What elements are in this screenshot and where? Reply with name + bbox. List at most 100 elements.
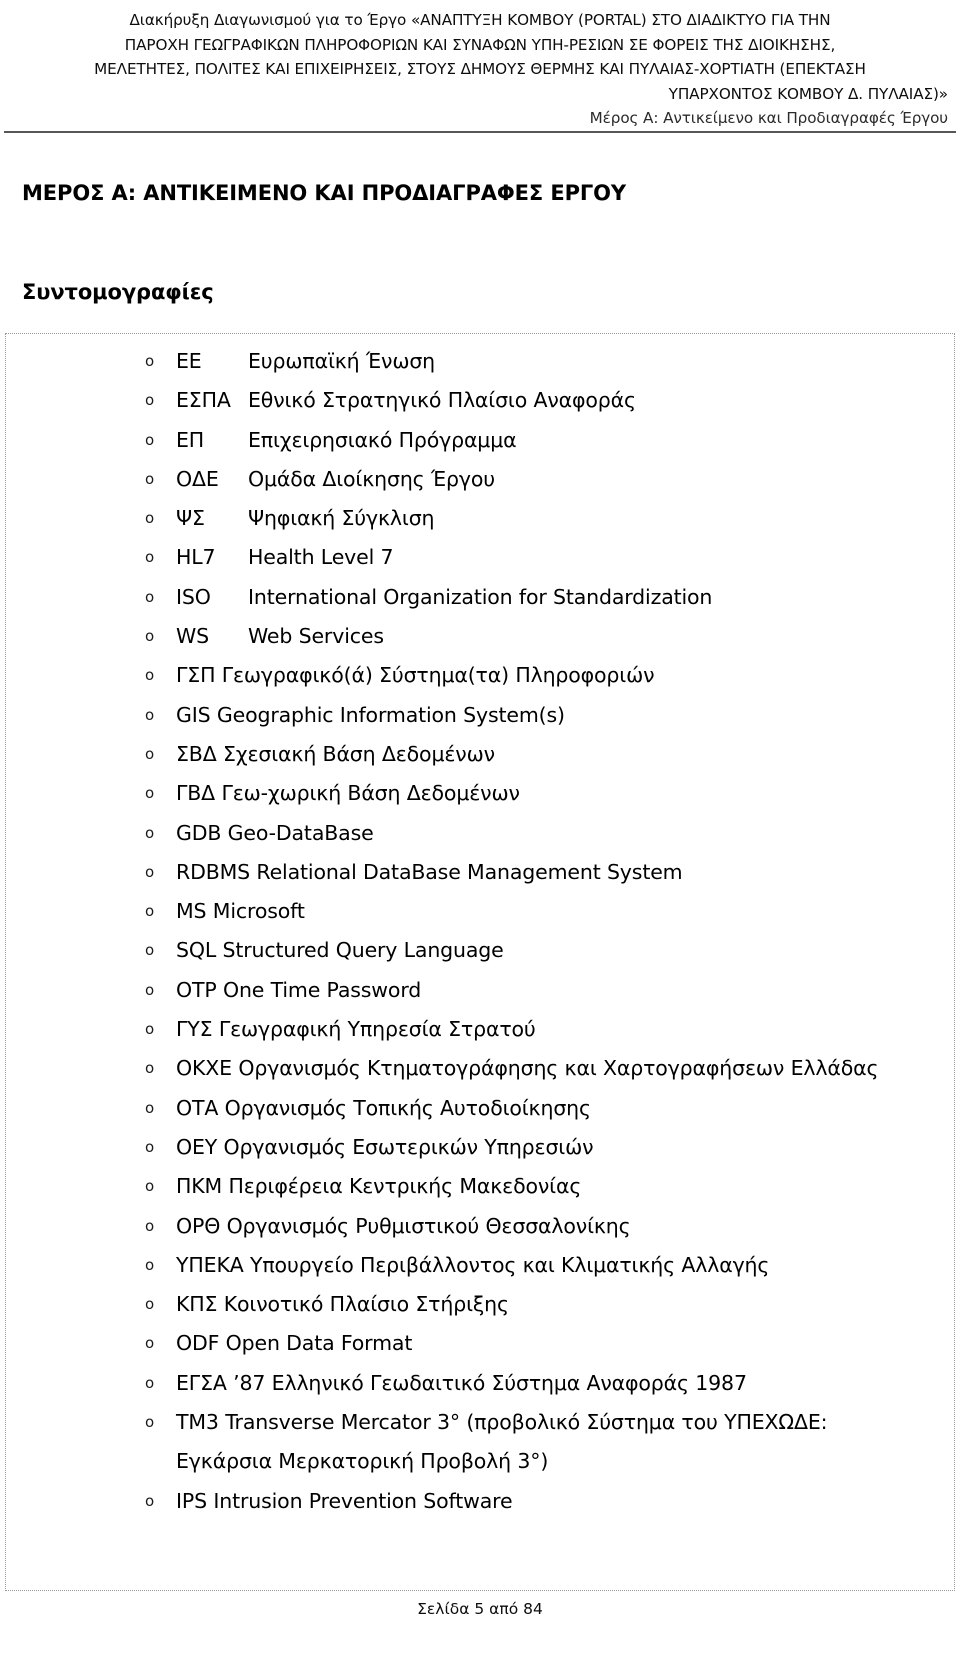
- abbreviation-item: o ΟΡΘ Οργανισμός Ρυθμιστικού Θεσσαλονίκης: [0, 1207, 960, 1246]
- circle-bullet-icon: o: [145, 1098, 155, 1117]
- abbreviation-definition: Εθνικό Στρατηγικό Πλαίσιο Αναφοράς: [248, 388, 636, 413]
- abbreviation-term: ΥΠΕΚΑ: [176, 1252, 244, 1277]
- abbreviation-item: o ΓΥΣ Γεωγραφική Υπηρεσία Στρατού: [0, 1010, 960, 1049]
- abbreviation-definition: Open Data Format: [225, 1331, 413, 1356]
- abbreviation-term: IPS: [176, 1488, 207, 1513]
- abbreviation-term: ODF: [176, 1331, 220, 1356]
- abbreviation-item: o ΟΔΕ Ομάδα Διοίκησης Έργου: [0, 460, 960, 499]
- abbreviation-definition: Οργανισμός Τοπικής Αυτοδιοίκησης: [224, 1095, 591, 1120]
- abbreviation-term: ΕΕ: [176, 349, 202, 373]
- abbreviation-item: o HL7 Health Level 7: [0, 538, 960, 577]
- abbreviation-definition: Επιχειρησιακό Πρόγραμμα: [248, 427, 517, 452]
- abbreviation-term: TM3: [176, 1410, 219, 1435]
- abbreviation-item: o ΕΠ Επιχειρησιακό Πρόγραμμα: [0, 421, 960, 460]
- page-title: ΜΕΡΟΣ Α: ΑΝΤΙΚΕΙΜΕΝΟ ΚΑΙ ΠΡΟΔΙΑΓΡΑΦΕΣ ΕΡ…: [22, 181, 627, 206]
- abbreviation-item: o MS Microsoft: [0, 892, 960, 931]
- abbreviation-definition: Οργανισμός Κτηματογράφησης και Χαρτογραφ…: [238, 1056, 879, 1081]
- circle-bullet-icon: o: [145, 1373, 155, 1392]
- abbreviation-item: o ΥΠΕΚΑ Υπουργείο Περιβάλλοντος και Κλιμα…: [0, 1246, 960, 1285]
- circle-bullet-icon: o: [145, 1491, 155, 1510]
- page-body: ΜΕΡΟΣ Α: ΑΝΤΙΚΕΙΜΕΝΟ ΚΑΙ ΠΡΟΔΙΑΓΡΑΦΕΣ ΕΡ…: [0, 152, 960, 1591]
- circle-bullet-icon: o: [145, 1059, 155, 1078]
- circle-bullet-icon: o: [145, 627, 155, 646]
- abbreviation-definition: Γεω-χωρική Βάση Δεδομένων: [221, 781, 520, 806]
- abbreviation-definition: Οργανισμός Εσωτερικών Υπηρεσιών: [223, 1134, 594, 1159]
- circle-bullet-icon: o: [145, 1020, 155, 1039]
- abbreviation-item: o ISO International Organization for Stand…: [0, 578, 960, 617]
- abbreviation-item: o ΨΣ Ψηφιακή Σύγκλιση: [0, 499, 960, 538]
- abbreviation-definition: Υπουργείο Περιβάλλοντος και Κλιματικής Α…: [249, 1252, 770, 1277]
- circle-bullet-icon: o: [145, 352, 155, 370]
- circle-bullet-icon: o: [145, 980, 155, 999]
- abbreviation-definition: Γεωγραφικό(ά) Σύστημα(τα) Πληροφοριών: [221, 663, 655, 688]
- abbreviation-term: ΚΠΣ: [176, 1292, 218, 1317]
- abbreviation-definition: Ψηφιακή Σύγκλιση: [248, 506, 435, 531]
- abbreviation-term: GDB: [176, 820, 222, 845]
- header-divider: [4, 131, 956, 133]
- abbreviation-item: o OTP One Time Password: [0, 971, 960, 1010]
- abbreviation-definition: Ελληνικό Γεωδαιτικό Σύστημα Αναφοράς 198…: [271, 1370, 747, 1395]
- circle-bullet-icon: o: [145, 1177, 155, 1196]
- circle-bullet-icon: o: [145, 823, 155, 842]
- abbreviation-definition: Intrusion Prevention Software: [213, 1488, 513, 1513]
- abbreviation-item: o ΓΣΠ Γεωγραφικό(ά) Σύστημα(τα) Πληροφορι…: [0, 656, 960, 695]
- circle-bullet-icon: o: [145, 509, 155, 528]
- circle-bullet-icon: o: [145, 391, 155, 410]
- abbreviation-term: RDBMS: [176, 859, 251, 884]
- circle-bullet-icon: o: [145, 430, 155, 449]
- abbreviation-definition: Microsoft: [212, 899, 305, 924]
- abbreviation-item: o ΕΕ Ευρωπαϊκή Ένωση: [0, 342, 960, 381]
- abbreviation-definition: Transverse Mercator 3° (προβολικό Σύστημ…: [176, 1410, 828, 1474]
- abbreviation-definition: Geographic Information System(s): [216, 702, 565, 727]
- abbreviation-definition: International Organization for Standardi…: [248, 584, 713, 609]
- abbreviation-item: o GDB Geo-DataBase: [0, 814, 960, 853]
- abbreviation-item: o WS Web Services: [0, 617, 960, 656]
- abbreviation-item: o ΣΒΔ Σχεσιακή Βάση Δεδομένων: [0, 735, 960, 774]
- abbreviation-definition: Structured Query Language: [222, 938, 504, 963]
- circle-bullet-icon: o: [145, 1216, 155, 1235]
- abbreviation-definition: Ευρωπαϊκή Ένωση: [248, 349, 436, 373]
- abbreviation-term: ΟΕΥ: [176, 1134, 218, 1159]
- circle-bullet-icon: o: [145, 941, 155, 960]
- abbreviation-definition: Περιφέρεια Κεντρικής Μακεδονίας: [228, 1174, 582, 1199]
- abbreviation-definition: Health Level 7: [248, 545, 394, 570]
- circle-bullet-icon: o: [145, 469, 155, 488]
- abbreviation-item: o ΟΤΑ Οργανισμός Τοπικής Αυτοδιοίκησης: [0, 1089, 960, 1128]
- page-footer: Σελίδα 5 από 84: [417, 1600, 543, 1618]
- circle-bullet-icon: o: [145, 902, 155, 921]
- abbreviation-term: GIS: [176, 702, 211, 727]
- abbreviation-definition: Geo-DataBase: [227, 820, 374, 845]
- abbreviation-item: o SQL Structured Query Language: [0, 931, 960, 970]
- abbreviation-term: ΕΣΠΑ: [176, 388, 231, 413]
- header-subtitle: Μέρος Α: Αντικείμενο και Προδιαγραφές Έρ…: [589, 109, 948, 127]
- header-line-3: ΜΕΛΕΤΗΤΕΣ, ΠΟΛΙΤΕΣ ΚΑΙ ΕΠΙΧΕΙΡΗΣΕΙΣ, ΣΤΟ…: [94, 60, 866, 78]
- abbreviation-item: o ΕΣΠΑ Εθνικό Στρατηγικό Πλαίσιο Αναφοράς: [0, 381, 960, 420]
- abbreviation-item: o ΚΠΣ Κοινοτικό Πλαίσιο Στήριξης: [0, 1285, 960, 1324]
- header-line-2: ΠΑΡΟΧΗ ΓΕΩΓΡΑΦΙΚΩΝ ΠΛΗΡΟΦΟΡΙΩΝ ΚΑΙ ΣΥΝΑΦ…: [124, 35, 836, 54]
- abbreviation-item: o ΓΒΔ Γεω-χωρική Βάση Δεδομένων: [0, 774, 960, 813]
- abbreviation-item: o TM3 Transverse Mercator 3° (προβολικό Σ…: [0, 1403, 960, 1482]
- header-line-1: Διακήρυξη Διαγωνισμού για το Έργο «ΑΝΑΠΤ…: [129, 11, 831, 29]
- abbreviation-term: ΓΣΠ: [176, 663, 216, 688]
- circle-bullet-icon: o: [145, 744, 155, 763]
- circle-bullet-icon: o: [145, 666, 155, 685]
- abbreviation-term: ΕΓΣΑ ’87: [176, 1370, 266, 1395]
- abbreviation-term: ΓΒΔ: [176, 781, 216, 806]
- abbreviation-item: o IPS Intrusion Prevention Software: [0, 1482, 960, 1521]
- abbreviation-definition: Σχεσιακή Βάση Δεδομένων: [222, 741, 495, 766]
- abbreviations-list: o ΕΕ Ευρωπαϊκή Ένωση o ΕΣΠΑ Εθνικό Στρατηγικό…: [0, 342, 960, 1521]
- abbreviation-term: MS: [176, 899, 207, 924]
- circle-bullet-icon: o: [145, 1137, 155, 1156]
- abbreviation-term: ISO: [176, 584, 211, 609]
- abbreviation-term: WS: [176, 624, 209, 649]
- section-title-abbreviations: Συντομογραφίες: [22, 280, 214, 305]
- abbreviation-item: o ΟΚΧΕ Οργανισμός Κτηματογράφησης και Χαρ…: [0, 1049, 960, 1088]
- header-line-4: ΥΠΑΡΧΟΝΤΟΣ ΚΟΜΒΟΥ Δ. ΠΥΛΑΙΑΣ)»: [668, 84, 948, 103]
- circle-bullet-icon: o: [145, 1334, 155, 1353]
- abbreviation-term: OTP: [176, 977, 217, 1002]
- abbreviation-term: ΕΠ: [176, 427, 205, 452]
- abbreviation-term: HL7: [176, 545, 216, 570]
- abbreviation-term: ΟΤΑ: [176, 1095, 219, 1120]
- document-running-header: Διακήρυξη Διαγωνισμού για το Έργο «ΑΝΑΠΤ…: [0, 0, 960, 131]
- abbreviation-item: o ΕΓΣΑ ’87 Ελληνικό Γεωδαιτικό Σύστημα Αν…: [0, 1364, 960, 1403]
